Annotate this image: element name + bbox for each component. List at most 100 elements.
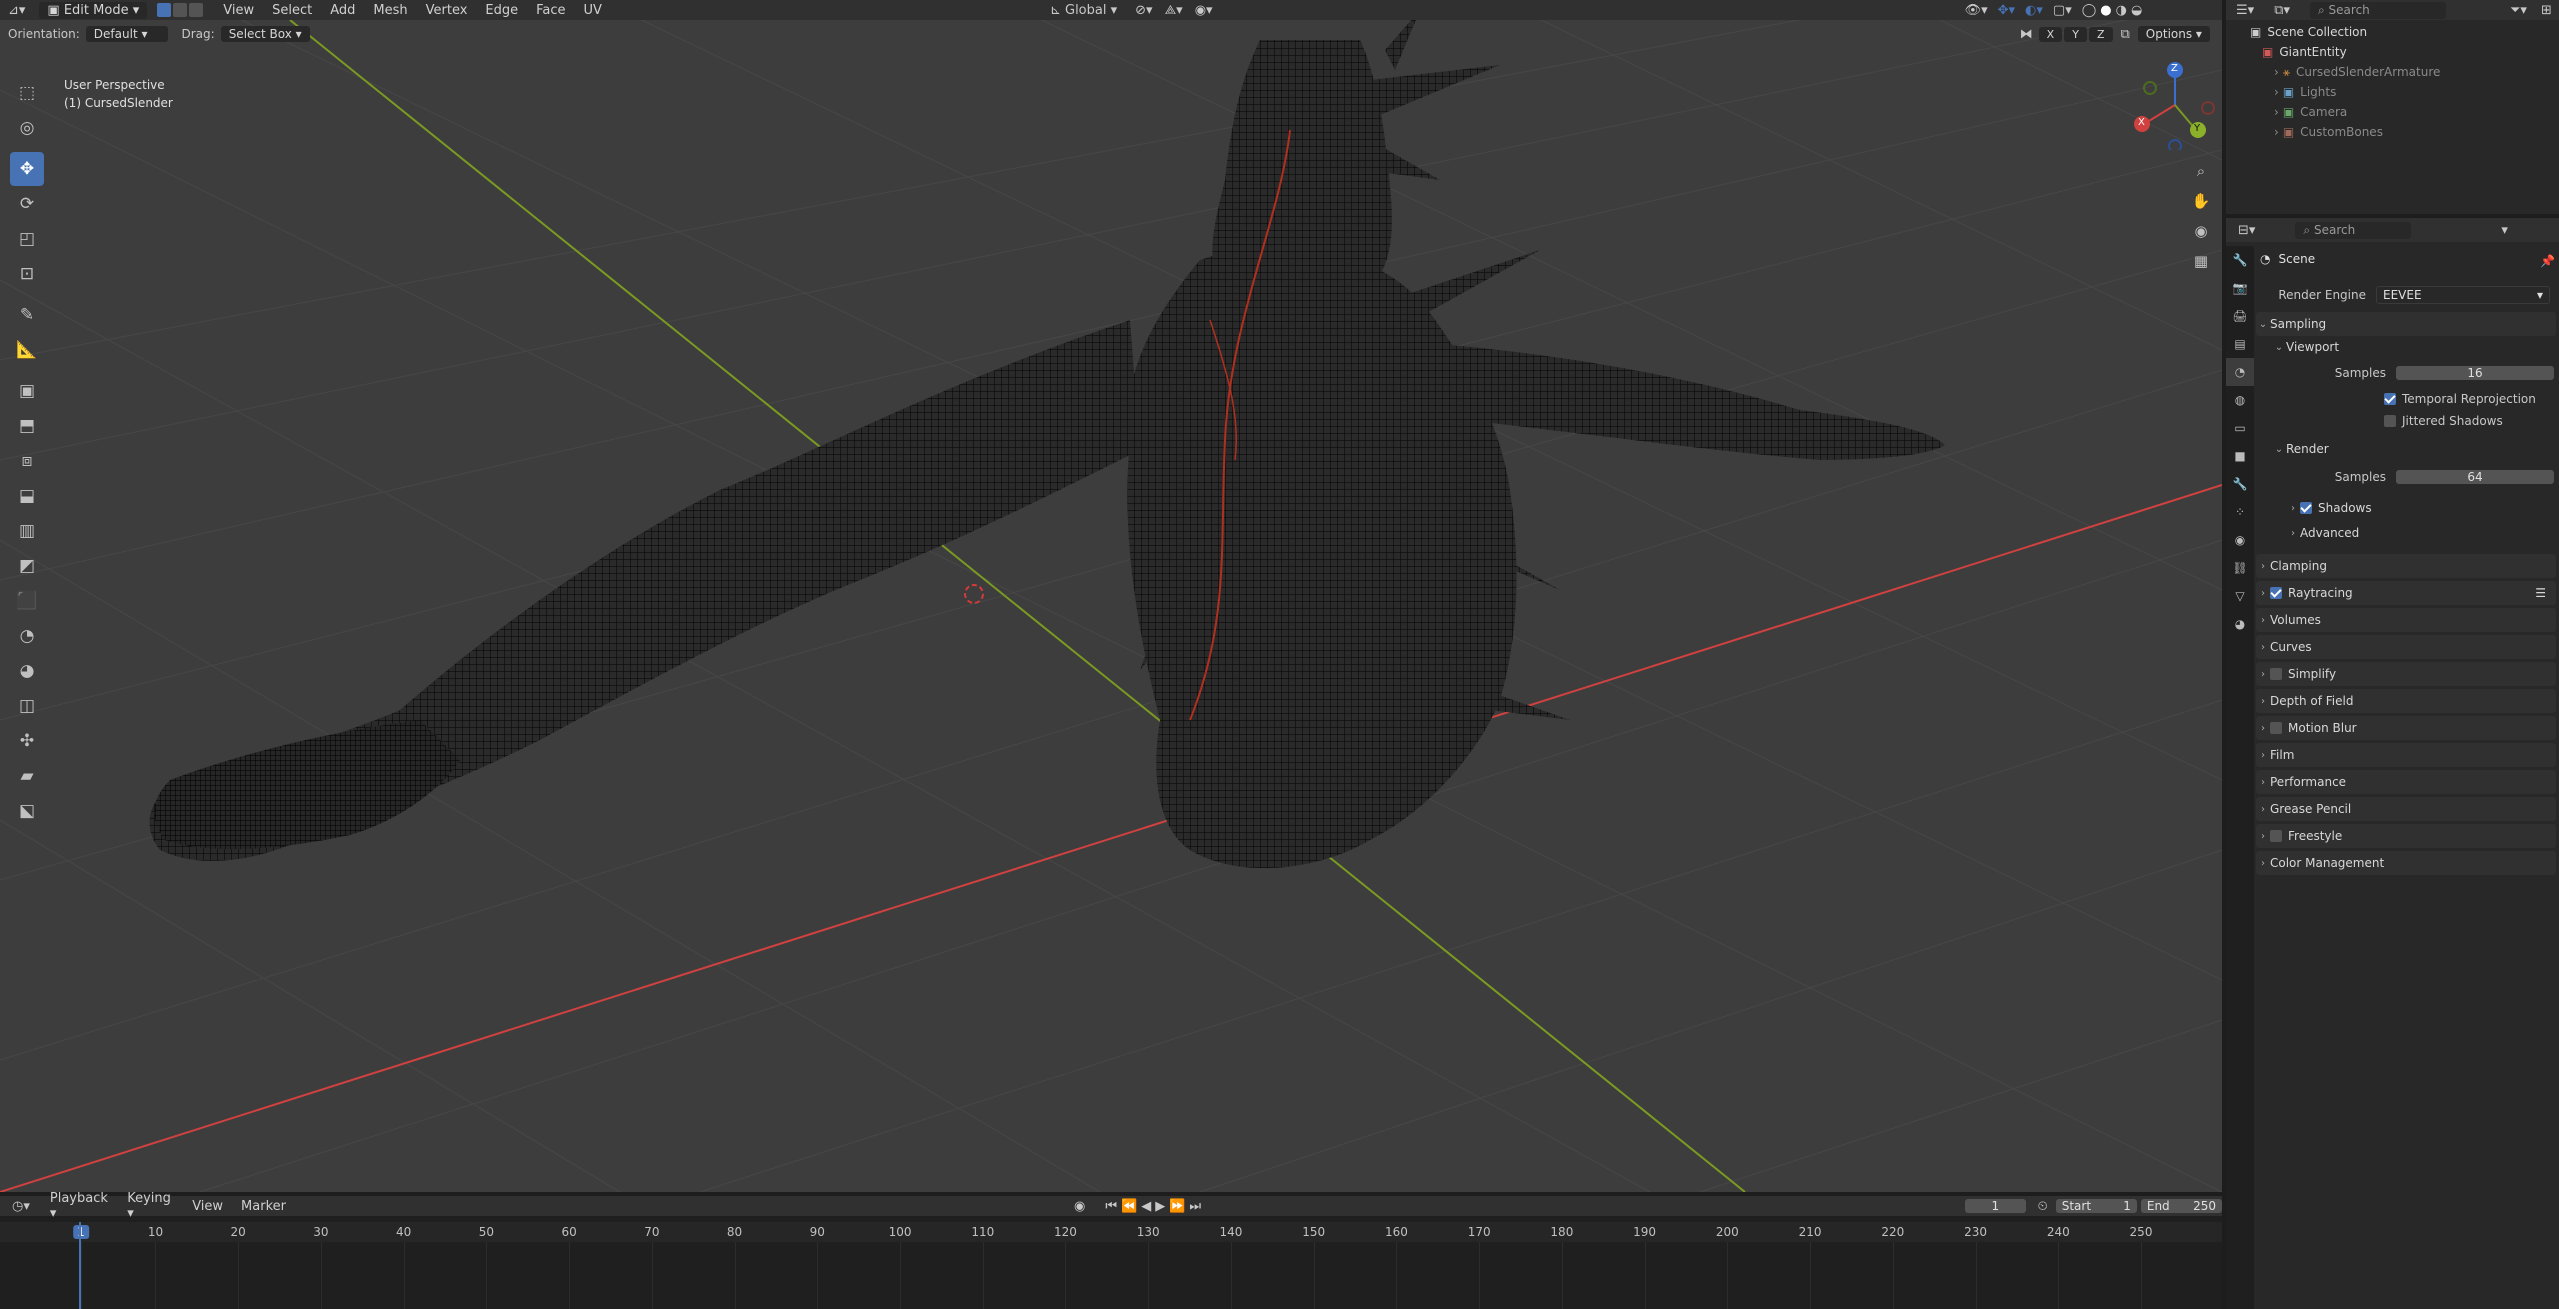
play-icon[interactable]: ▶ (1155, 1199, 1165, 1214)
timeline-track-area[interactable] (0, 1242, 2222, 1309)
outliner-item-custombones[interactable]: › ▣ CustomBones (2250, 122, 2559, 142)
presets-list-icon[interactable]: ☰ (2535, 586, 2546, 600)
panel-simplify[interactable]: › Simplify (2256, 662, 2556, 686)
outliner-item-lights[interactable]: › ▣ Lights (2250, 82, 2559, 102)
mode-selector[interactable]: ▣ Edit Mode ▾ (39, 1, 148, 19)
mirror-y-toggle[interactable]: Y (2064, 26, 2087, 42)
cursor-tool-icon[interactable]: ◎ (10, 111, 44, 145)
menu-playback[interactable]: Playback ▾ (50, 1191, 109, 1221)
menu-edge[interactable]: Edge (485, 3, 518, 18)
outliner-item-armature[interactable]: › ⚹ CursedSlenderArmature (2250, 62, 2559, 82)
shading-rendered-icon[interactable]: ◒ (2131, 3, 2142, 18)
properties-editor-icon[interactable]: ⊟▾ (2238, 223, 2255, 238)
panel-film[interactable]: › Film (2256, 743, 2556, 767)
panel-color-management[interactable]: › Color Management (2256, 851, 2556, 875)
panel-motion-blur[interactable]: › Motion Blur (2256, 716, 2556, 740)
particles-tab-icon[interactable]: ⁘ (2226, 498, 2254, 526)
snap-icon[interactable]: ⟁▾ (1165, 3, 1183, 18)
outliner-item-camera[interactable]: › ▣ Camera (2250, 102, 2559, 122)
start-frame-field[interactable]: Start 1 (2055, 1199, 2137, 1213)
panel-clamping[interactable]: › Clamping (2256, 554, 2556, 578)
jump-keyframe-forward-icon[interactable]: ⏩ (1169, 1199, 1185, 1214)
scale-tool-icon[interactable]: ◰ (10, 222, 44, 256)
scene-tab-icon[interactable]: ◔ (2226, 358, 2254, 386)
modifier-tab-icon[interactable]: 🔧 (2226, 470, 2254, 498)
play-reverse-icon[interactable]: ◀ (1141, 1199, 1151, 1214)
timeline-ruler[interactable]: 1 10 20 30 40 50 60 70 80 90 100 110 120 130 140 150 160… (0, 1222, 2222, 1242)
mirror-icon[interactable]: ⧓ (2020, 27, 2033, 42)
jittered-shadows-checkbox[interactable] (2384, 415, 2396, 427)
menu-uv[interactable]: UV (584, 3, 602, 18)
loop-cut-tool-icon[interactable]: ▥ (10, 514, 44, 548)
auto-merge-icon[interactable]: ⧉ (2121, 27, 2130, 42)
menu-view[interactable]: View (223, 3, 254, 18)
mirror-x-toggle[interactable]: X (2038, 26, 2063, 42)
move-tool-icon[interactable]: ✥ (10, 152, 44, 186)
3d-viewport[interactable]: User Perspective (1) CursedSlender ⬚ ◎ ✥… (0, 20, 2222, 1192)
raytracing-checkbox[interactable] (2270, 587, 2282, 599)
panel-freestyle[interactable]: › Freestyle (2256, 824, 2556, 848)
physics-tab-icon[interactable]: ◉ (2226, 526, 2254, 554)
poly-build-tool-icon[interactable]: ⬛ (10, 584, 44, 618)
shading-solid-icon[interactable]: ● (2100, 3, 2111, 18)
rotate-tool-icon[interactable]: ⟳ (10, 187, 44, 221)
current-frame-field[interactable]: 1 (1965, 1199, 2026, 1213)
camera-view-icon[interactable]: ◉ (2188, 218, 2214, 244)
jump-start-icon[interactable]: ⏮ (1105, 1199, 1117, 1214)
mirror-z-toggle[interactable]: Z (2088, 26, 2113, 42)
panel-performance[interactable]: › Performance (2256, 770, 2556, 794)
menu-add[interactable]: Add (330, 3, 355, 18)
knife-tool-icon[interactable]: ◩ (10, 549, 44, 583)
panel-raytracing[interactable]: › Raytracing ☰ (2256, 581, 2556, 605)
measure-tool-icon[interactable]: 📐 (10, 333, 44, 367)
menu-mesh[interactable]: Mesh (373, 3, 407, 18)
menu-face[interactable]: Face (536, 3, 565, 18)
jump-keyframe-back-icon[interactable]: ⏪ (1121, 1199, 1137, 1214)
smooth-tool-icon[interactable]: ◕ (10, 654, 44, 688)
object-tab-icon[interactable]: ■ (2226, 442, 2254, 470)
subpanel-render[interactable]: ⌄ Render (2272, 442, 2329, 456)
collection-tab-icon[interactable]: ▭ (2226, 414, 2254, 442)
outliner-search-input[interactable]: ⌕ Search (2310, 1, 2446, 19)
select-box-tool-icon[interactable]: ⬚ (10, 76, 44, 110)
view-layer-tab-icon[interactable]: ▤ (2226, 330, 2254, 358)
annotate-tool-icon[interactable]: ✎ (10, 298, 44, 332)
shading-material-icon[interactable]: ◑ (2116, 3, 2127, 18)
options-dropdown[interactable]: Options ▾ (2137, 26, 2210, 42)
auto-keying-icon[interactable]: ◉ (1074, 1199, 1085, 1214)
gizmo-toggle-icon[interactable]: ✥▾ (1998, 3, 2015, 18)
menu-keying[interactable]: Keying ▾ (127, 1191, 174, 1221)
spin-tool-icon[interactable]: ◔ (10, 619, 44, 653)
vertex-select-icon[interactable] (157, 3, 172, 17)
render-tab-icon[interactable]: 📷 (2226, 274, 2254, 302)
face-select-icon[interactable] (189, 3, 204, 17)
subpanel-viewport[interactable]: ⌄ Viewport (2272, 340, 2339, 354)
menu-select[interactable]: Select (272, 3, 312, 18)
shading-wireframe-icon[interactable]: ◯ (2082, 3, 2097, 18)
display-mode-icon[interactable]: ⧉▾ (2274, 3, 2290, 18)
orientation-dropdown[interactable]: Default ▾ (85, 26, 168, 42)
end-frame-field[interactable]: End 250 (2140, 1199, 2222, 1213)
panel-curves[interactable]: › Curves (2256, 635, 2556, 659)
properties-options-icon[interactable]: ▾ (2501, 223, 2508, 238)
zoom-icon[interactable]: ⌕ (2188, 158, 2214, 184)
jump-end-icon[interactable]: ⏭ (1189, 1199, 1201, 1214)
output-tab-icon[interactable]: 🖨 (2226, 302, 2254, 330)
proportional-edit-icon[interactable]: ◉▾ (1195, 3, 1213, 18)
visibility-icon[interactable]: 👁▾ (1965, 3, 1988, 18)
render-engine-dropdown[interactable]: EEVEE ▾ (2376, 286, 2550, 304)
bevel-tool-icon[interactable]: ⬓ (10, 479, 44, 513)
shadows-checkbox[interactable] (2300, 502, 2312, 514)
preview-range-icon[interactable]: ⏲ (2038, 1199, 2048, 1214)
shear-tool-icon[interactable]: ▰ (10, 759, 44, 793)
tool-tab-icon[interactable]: 🔧 (2226, 246, 2254, 274)
pan-hand-icon[interactable]: ✋ (2188, 188, 2214, 214)
filter-icon[interactable]: ⏷▾ (2510, 3, 2527, 18)
subpanel-shadows[interactable]: › Shadows (2286, 501, 2372, 515)
extrude-tool-icon[interactable]: ⬒ (10, 409, 44, 443)
overlay-toggle-icon[interactable]: ◐▾ (2025, 3, 2043, 18)
panel-depth-of-field[interactable]: › Depth of Field (2256, 689, 2556, 713)
panel-sampling[interactable]: ⌄ Sampling (2256, 312, 2556, 336)
freestyle-checkbox[interactable] (2270, 830, 2282, 842)
editor-type-icon[interactable]: ⊿▾ (8, 3, 25, 18)
